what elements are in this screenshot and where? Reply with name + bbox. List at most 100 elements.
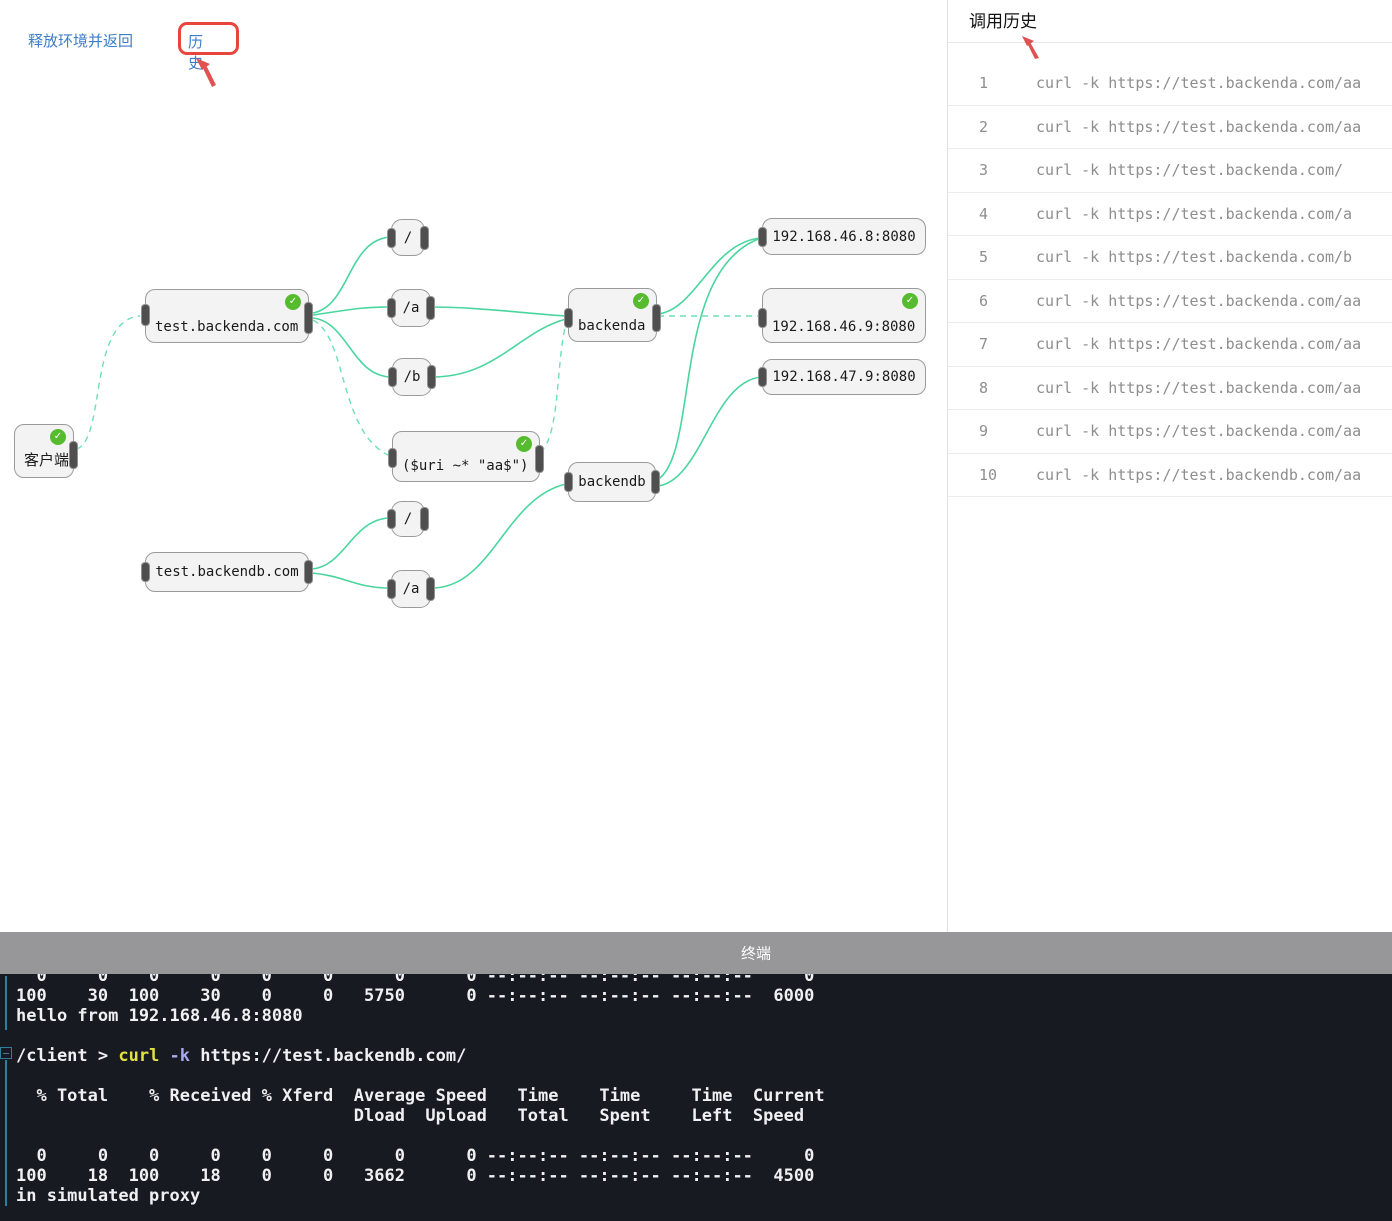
- terminal-line: [16, 1126, 825, 1146]
- output-port[interactable]: [535, 445, 544, 473]
- history-row: 6curl -k https://test.backenda.com/aa: [948, 280, 1392, 324]
- input-port[interactable]: [141, 562, 150, 582]
- history-row-command: curl -k https://test.backenda.com/b: [1036, 248, 1352, 266]
- input-port[interactable]: [141, 304, 150, 326]
- node-label: 192.168.46.9:8080: [772, 319, 915, 335]
- history-row: 5curl -k https://test.backenda.com/b: [948, 236, 1392, 280]
- output-port[interactable]: [420, 507, 429, 531]
- history-row-number: 3: [979, 161, 1036, 179]
- output-port[interactable]: [304, 560, 313, 584]
- terminal-output: 0 0 0 0 0 0 0 0 --:--:-- --:--:-- --:--:…: [16, 966, 825, 1206]
- node-path-a[interactable]: /a: [391, 289, 431, 327]
- prompt-command: curl: [118, 1046, 159, 1066]
- output-port[interactable]: [426, 296, 435, 320]
- history-row-number: 5: [979, 248, 1036, 266]
- history-row-number: 10: [979, 466, 1036, 484]
- history-row-command: curl -k https://test.backenda.com/aa: [1036, 74, 1361, 92]
- flow-canvas[interactable]: ✓ 客户端 ✓ test.backenda.com / /a /b ✓ ($ur…: [0, 0, 947, 932]
- node-path-root-b[interactable]: /: [391, 501, 425, 537]
- output-port[interactable]: [69, 441, 78, 469]
- check-badge-icon: ✓: [285, 294, 301, 310]
- fold-collapse-icon[interactable]: [0, 1047, 12, 1059]
- terminal-header-bar[interactable]: 终端: [0, 932, 1392, 974]
- call-history-list: 1curl -k https://test.backenda.com/aa 2c…: [948, 62, 1392, 497]
- output-port[interactable]: [304, 302, 313, 334]
- history-row: 10curl -k https://test.backendb.com/aa: [948, 454, 1392, 498]
- history-row-command: curl -k https://test.backenda.com/aa: [1036, 292, 1361, 310]
- node-label: 192.168.46.8:8080: [763, 229, 925, 245]
- input-port[interactable]: [387, 579, 396, 599]
- node-ip-2[interactable]: ✓ 192.168.46.9:8080: [762, 288, 926, 343]
- input-port[interactable]: [758, 367, 767, 387]
- fold-region-line: [5, 976, 7, 1030]
- history-row-number: 7: [979, 335, 1036, 353]
- history-row-number: 4: [979, 205, 1036, 223]
- check-badge-icon: ✓: [902, 293, 918, 309]
- terminal-line: Dload Upload Total Spent Left Speed: [16, 1106, 825, 1126]
- history-row: 7curl -k https://test.backenda.com/aa: [948, 323, 1392, 367]
- input-port[interactable]: [387, 228, 396, 248]
- node-label: /b: [393, 369, 431, 385]
- node-client[interactable]: ✓ 客户端: [14, 424, 74, 478]
- node-ip-1[interactable]: 192.168.46.8:8080: [762, 218, 926, 255]
- node-upstream-a[interactable]: ✓ backenda: [568, 288, 657, 342]
- node-label: /a: [392, 300, 430, 316]
- node-label: ($uri ~* "aa$"): [402, 458, 528, 474]
- terminal-line: in simulated proxy: [16, 1186, 825, 1206]
- history-row-command: curl -k https://test.backenda.com/aa: [1036, 118, 1361, 136]
- history-row-number: 9: [979, 422, 1036, 440]
- output-port[interactable]: [427, 365, 436, 389]
- node-path-root-a[interactable]: /: [391, 219, 425, 256]
- input-port[interactable]: [388, 448, 397, 468]
- output-port[interactable]: [652, 304, 661, 332]
- node-domain-a[interactable]: ✓ test.backenda.com: [145, 289, 309, 343]
- history-row-number: 8: [979, 379, 1036, 397]
- node-path-b[interactable]: /b: [392, 358, 432, 396]
- input-port[interactable]: [387, 509, 396, 529]
- terminal-line: hello from 192.168.46.8:8080: [16, 1006, 825, 1026]
- node-path-a-b[interactable]: /a: [391, 570, 431, 608]
- history-row-command: curl -k https://test.backenda.com/aa: [1036, 379, 1361, 397]
- node-label: backendb: [569, 474, 655, 490]
- divider: [948, 42, 1392, 43]
- prompt-url: https://test.backendb.com/: [200, 1046, 466, 1066]
- check-badge-icon: ✓: [516, 436, 532, 452]
- annotation-arrow-icon: [1022, 36, 1044, 60]
- terminal-title: 终端: [741, 943, 771, 964]
- input-port[interactable]: [387, 298, 396, 318]
- output-port[interactable]: [426, 577, 435, 601]
- output-port[interactable]: [651, 470, 660, 494]
- node-label: 192.168.47.9:8080: [763, 369, 925, 385]
- node-regex-condition[interactable]: ✓ ($uri ~* "aa$"): [392, 431, 540, 482]
- history-row: 4curl -k https://test.backenda.com/a: [948, 193, 1392, 237]
- history-row: 1curl -k https://test.backenda.com/aa: [948, 62, 1392, 106]
- input-port[interactable]: [564, 472, 573, 492]
- prompt-path: /client >: [16, 1046, 118, 1066]
- terminal-line: 0 0 0 0 0 0 0 0 --:--:-- --:--:-- --:--:…: [16, 1146, 825, 1166]
- top-toolbar: 释放环境并返回 历史: [28, 30, 133, 51]
- history-row-number: 1: [979, 74, 1036, 92]
- node-ip-3[interactable]: 192.168.47.9:8080: [762, 359, 926, 395]
- node-upstream-b[interactable]: backendb: [568, 462, 656, 502]
- input-port[interactable]: [758, 308, 767, 328]
- history-row: 8curl -k https://test.backenda.com/aa: [948, 367, 1392, 411]
- prompt-flag: -k: [159, 1046, 200, 1066]
- terminal-line: 100 18 100 18 0 0 3662 0 --:--:-- --:--:…: [16, 1166, 825, 1186]
- input-port[interactable]: [758, 227, 767, 247]
- history-row-command: curl -k https://test.backenda.com/a: [1036, 205, 1352, 223]
- fold-region-line: [5, 1060, 7, 1206]
- node-domain-b[interactable]: test.backendb.com: [145, 552, 309, 592]
- output-port[interactable]: [420, 226, 429, 250]
- release-environment-link[interactable]: 释放环境并返回: [28, 32, 133, 50]
- node-label: backenda: [578, 318, 645, 334]
- input-port[interactable]: [564, 308, 573, 328]
- history-row-command: curl -k https://test.backenda.com/: [1036, 161, 1343, 179]
- history-row-command: curl -k https://test.backenda.com/aa: [1036, 335, 1361, 353]
- terminal-line: 100 30 100 30 0 0 5750 0 --:--:-- --:--:…: [16, 986, 825, 1006]
- history-row-command: curl -k https://test.backendb.com/aa: [1036, 466, 1361, 484]
- input-port[interactable]: [388, 367, 397, 387]
- history-row-command: curl -k https://test.backenda.com/aa: [1036, 422, 1361, 440]
- annotation-arrow-icon: [196, 58, 222, 88]
- terminal-line: % Total % Received % Xferd Average Speed…: [16, 1086, 825, 1106]
- check-badge-icon: ✓: [50, 429, 66, 445]
